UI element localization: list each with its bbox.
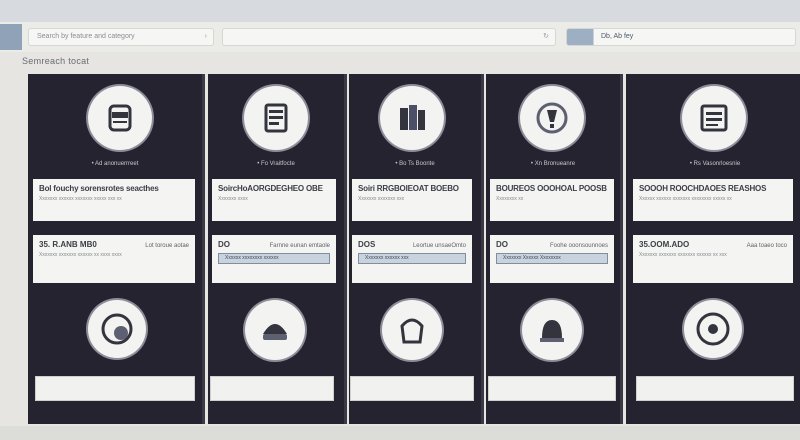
price-amount: 35.OOM.ADO: [639, 240, 690, 249]
card-subtitle: Xxxxxxx xxxxxxx xxx: [358, 196, 405, 202]
column-caption: • Rs Vasonrloesnie: [689, 161, 741, 167]
price-note: Farnne eunan emtaole: [269, 243, 330, 249]
right-field[interactable]: Db, Ab fey: [566, 28, 796, 46]
helmet-icon[interactable]: [245, 300, 305, 360]
card-subtitle: Xxxxxx xxxxxx xxxxxxx xxxxxxxx xxxxx xx: [639, 196, 732, 202]
select-button[interactable]: [35, 376, 195, 401]
filter-dropdown-value: Search by feature and category: [37, 33, 135, 40]
column-divider: [481, 74, 484, 424]
column-divider: [344, 74, 347, 424]
lightbulb-icon[interactable]: [520, 86, 584, 150]
printer-icon[interactable]: [244, 86, 308, 150]
select-button[interactable]: [210, 376, 334, 401]
card-subtitle: Xxxxxxxx xx: [496, 196, 524, 202]
info-card[interactable]: Bol fouchy sorensrotes seacthes Xxxxxxx …: [33, 179, 195, 221]
info-card[interactable]: SOOOH ROOCHDAOES REASHOS Xxxxxx xxxxxx x…: [633, 179, 793, 221]
card-title: SOOOH ROOCHDAOES REASHOS: [639, 184, 767, 193]
info-card[interactable]: SoircHoAORGDEGHEO OBE Xxxxxxx xxxx: [212, 179, 336, 221]
window-title-bar: [0, 0, 800, 23]
donut-icon[interactable]: [88, 300, 146, 358]
card-subtitle: Xxxxxxx xxxxxx xxxxxxx xxxxx xxx xx: [39, 196, 122, 202]
price-note: Aaa toaeo toco: [746, 243, 787, 249]
select-button[interactable]: [636, 376, 794, 401]
option-selector[interactable]: Xxxxxxx Xxxxxx Xxxxxxxx: [496, 253, 608, 264]
dial-icon[interactable]: [684, 300, 742, 358]
files-icon[interactable]: [380, 86, 444, 150]
card-title: BOUREOS OOOHOAL POOSB: [496, 184, 607, 193]
price-amount: DO: [218, 240, 230, 249]
bell-icon[interactable]: [522, 300, 582, 360]
info-card[interactable]: Soiri RRGBOIEOAT BOEBO Xxxxxxx xxxxxxx x…: [352, 179, 472, 221]
price-card[interactable]: DOS Leortue unsaeOmto Xxxxxxx xxxxxx xxx: [352, 235, 472, 283]
select-button[interactable]: [350, 376, 474, 401]
column-caption: • Fo Vraitfocte: [257, 161, 295, 167]
chevron-down-icon: ›: [204, 33, 207, 40]
refresh-icon[interactable]: ↻: [543, 29, 549, 45]
select-button[interactable]: [488, 376, 616, 401]
card-title: Soiri RRGBOIEOAT BOEBO: [358, 184, 459, 193]
field-action-button[interactable]: [567, 29, 594, 45]
price-card[interactable]: DO Farnne eunan emtaole Xxxxxx xxxxxxxx …: [212, 235, 336, 283]
filter-dropdown[interactable]: Search by feature and category ›: [28, 28, 214, 46]
price-amount: DOS: [358, 240, 376, 249]
column-caption: • Bo Ts Boonte: [395, 161, 435, 167]
section-title: Semreach tocat: [22, 56, 90, 66]
price-amount: DO: [496, 240, 508, 249]
option-selector[interactable]: Xxxxxxx xxxxxx xxx: [358, 253, 466, 264]
price-amount: 35. R.ANB MB0: [39, 240, 97, 249]
price-subtitle: Xxxxxxx xxxxxxx xxxxxxx xxxxxx xx xxx: [639, 252, 727, 258]
basket-icon[interactable]: [382, 300, 442, 360]
coffee-cup-icon[interactable]: [88, 86, 152, 150]
price-note: Foohe ooonsounnoes: [549, 243, 608, 249]
price-card[interactable]: 35. R.ANB MB0 Lot toroue aotae Xxxxxxx x…: [33, 235, 195, 283]
right-field-value: Db, Ab fey: [601, 33, 634, 40]
column-divider: [202, 74, 205, 424]
price-note: Lot toroue aotae: [145, 243, 189, 249]
card-subtitle: Xxxxxxx xxxx: [218, 196, 248, 202]
column-caption: • Xn Bronueanre: [530, 161, 576, 167]
price-subtitle: Xxxxxxx xxxxxxx xxxxxx xx xxxx xxxx: [39, 252, 122, 258]
info-card[interactable]: BOUREOS OOOHOAL POOSB Xxxxxxxx xx: [490, 179, 614, 221]
price-card[interactable]: DO Foohe ooonsounnoes Xxxxxxx Xxxxxx Xxx…: [490, 235, 614, 283]
column-divider: [620, 74, 623, 424]
price-note: Leortue unsaeOmto: [412, 243, 466, 249]
search-input[interactable]: ↻: [222, 28, 556, 46]
option-selector[interactable]: Xxxxxx xxxxxxxx xxxxxx: [218, 253, 330, 264]
sidebar-toggle-button[interactable]: [0, 24, 22, 50]
price-card[interactable]: 35.OOM.ADO Aaa toaeo toco Xxxxxxx xxxxxx…: [633, 235, 793, 283]
card-title: Bol fouchy sorensrotes seacthes: [39, 184, 159, 193]
column-caption: • Ad anonuerrreet: [91, 161, 139, 167]
status-strip: [0, 426, 800, 440]
document-stack-icon[interactable]: [682, 86, 746, 150]
card-title: SoircHoAORGDEGHEO OBE: [218, 184, 323, 193]
